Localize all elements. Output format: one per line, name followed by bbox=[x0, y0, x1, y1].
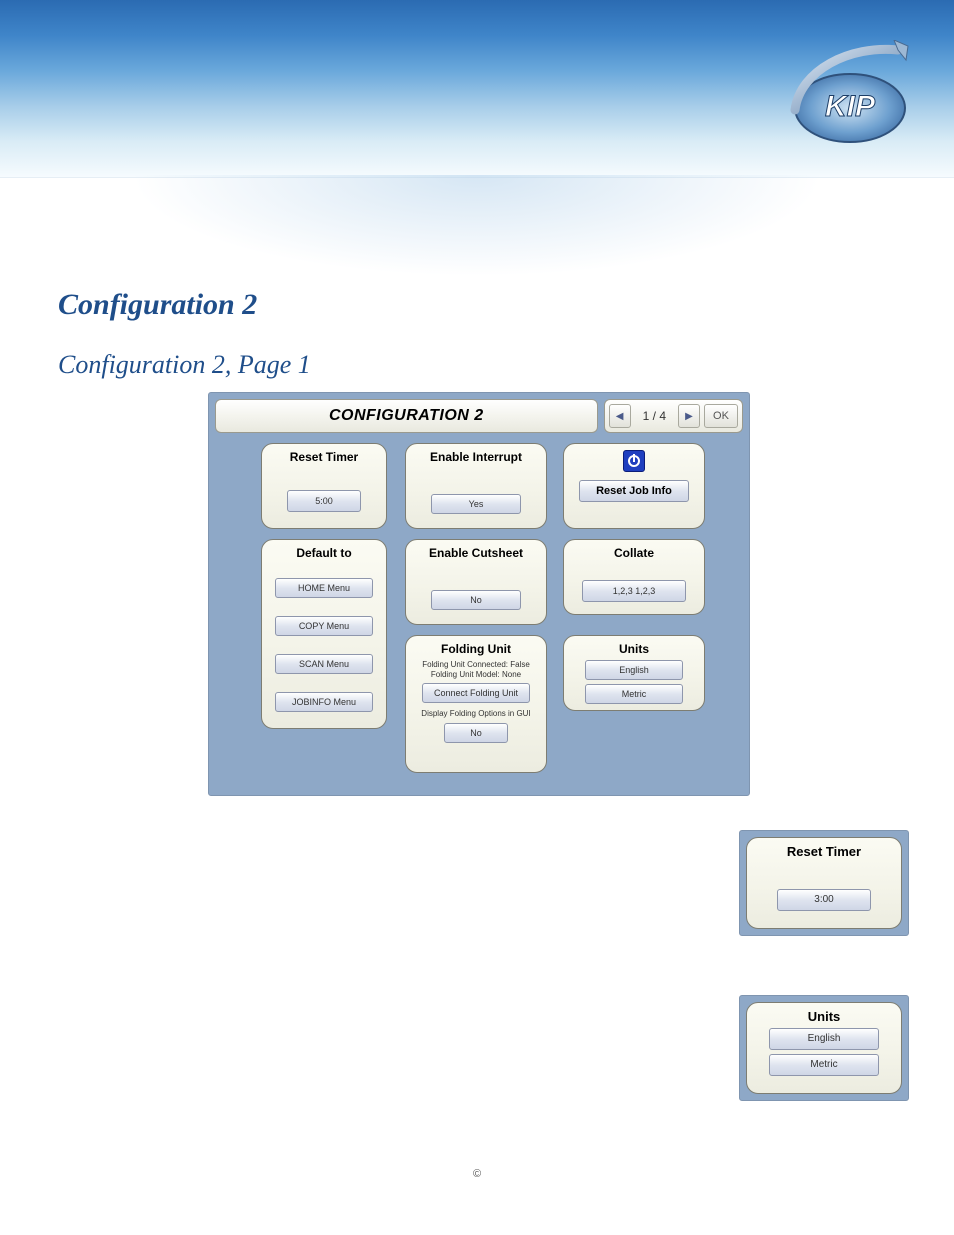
units-card: Units English Metric bbox=[563, 635, 705, 711]
units-metric-button[interactable]: Metric bbox=[585, 684, 683, 704]
units-english-button[interactable]: English bbox=[585, 660, 683, 680]
folding-unit-title: Folding Unit bbox=[414, 642, 538, 656]
default-jobinfo-button[interactable]: JOBINFO Menu bbox=[275, 692, 373, 712]
side-units-card: Units English Metric bbox=[746, 1002, 902, 1094]
reset-timer-card: Reset Timer 5:00 bbox=[261, 443, 387, 529]
default-home-button[interactable]: HOME Menu bbox=[275, 578, 373, 598]
default-copy-button[interactable]: COPY Menu bbox=[275, 616, 373, 636]
collate-value-button[interactable]: 1,2,3 1,2,3 bbox=[582, 580, 686, 602]
enable-interrupt-title: Enable Interrupt bbox=[414, 450, 538, 464]
power-icon bbox=[623, 450, 645, 472]
side-units-english-button[interactable]: English bbox=[769, 1028, 879, 1050]
footer-copyright: © bbox=[473, 1168, 481, 1180]
folding-model-text: Folding Unit Model: None bbox=[414, 670, 538, 680]
enable-interrupt-value-button[interactable]: Yes bbox=[431, 494, 521, 514]
ok-button[interactable]: OK bbox=[704, 404, 738, 428]
enable-cutsheet-value-button[interactable]: No bbox=[431, 590, 521, 610]
reset-job-info-button[interactable]: Reset Job Info bbox=[579, 480, 689, 502]
collate-card: Collate 1,2,3 1,2,3 bbox=[563, 539, 705, 615]
folding-display-label: Display Folding Options in GUI bbox=[414, 709, 538, 719]
collate-title: Collate bbox=[572, 546, 696, 560]
config-grid: Reset Timer 5:00 Enable Interrupt Yes Re… bbox=[215, 439, 743, 789]
config-title: CONFIGURATION 2 bbox=[215, 399, 598, 433]
svg-text:KIP: KIP bbox=[825, 90, 876, 123]
enable-cutsheet-title: Enable Cutsheet bbox=[414, 546, 538, 560]
kip-logo: KIP bbox=[780, 40, 920, 150]
pager-text: 1 / 4 bbox=[631, 409, 678, 423]
side-reset-timer-value-button[interactable]: 3:00 bbox=[777, 889, 871, 911]
side-units-metric-button[interactable]: Metric bbox=[769, 1054, 879, 1076]
side-units-panel: Units English Metric bbox=[739, 995, 909, 1101]
pager-prev-button[interactable]: ◀ bbox=[609, 404, 631, 428]
side-reset-timer-title: Reset Timer bbox=[755, 844, 893, 859]
folding-unit-card: Folding Unit Folding Unit Connected: Fal… bbox=[405, 635, 547, 773]
config-header: CONFIGURATION 2 ◀ 1 / 4 ▶ OK bbox=[215, 399, 743, 433]
side-reset-timer-card: Reset Timer 3:00 bbox=[746, 837, 902, 929]
side-units-title: Units bbox=[755, 1009, 893, 1024]
connect-folding-button[interactable]: Connect Folding Unit bbox=[422, 683, 530, 703]
folding-connected-text: Folding Unit Connected: False bbox=[414, 660, 538, 670]
header-banner: KIP bbox=[0, 0, 954, 178]
side-reset-timer-panel: Reset Timer 3:00 bbox=[739, 830, 909, 936]
default-scan-button[interactable]: SCAN Menu bbox=[275, 654, 373, 674]
config-panel: CONFIGURATION 2 ◀ 1 / 4 ▶ OK Reset Timer… bbox=[208, 392, 750, 796]
default-to-card: Default to HOME Menu COPY Menu SCAN Menu… bbox=[261, 539, 387, 729]
reset-timer-value-button[interactable]: 5:00 bbox=[287, 490, 361, 512]
default-to-title: Default to bbox=[270, 546, 378, 560]
page-subtitle: Configuration 2, Page 1 bbox=[58, 350, 896, 380]
pager-next-button[interactable]: ▶ bbox=[678, 404, 700, 428]
folding-display-value-button[interactable]: No bbox=[444, 723, 508, 743]
pager: ◀ 1 / 4 ▶ OK bbox=[604, 399, 743, 433]
enable-interrupt-card: Enable Interrupt Yes bbox=[405, 443, 547, 529]
page-title: Configuration 2 bbox=[58, 288, 896, 322]
reset-timer-title: Reset Timer bbox=[270, 450, 378, 464]
reset-job-card: Reset Job Info bbox=[563, 443, 705, 529]
units-title: Units bbox=[572, 642, 696, 656]
enable-cutsheet-card: Enable Cutsheet No bbox=[405, 539, 547, 625]
